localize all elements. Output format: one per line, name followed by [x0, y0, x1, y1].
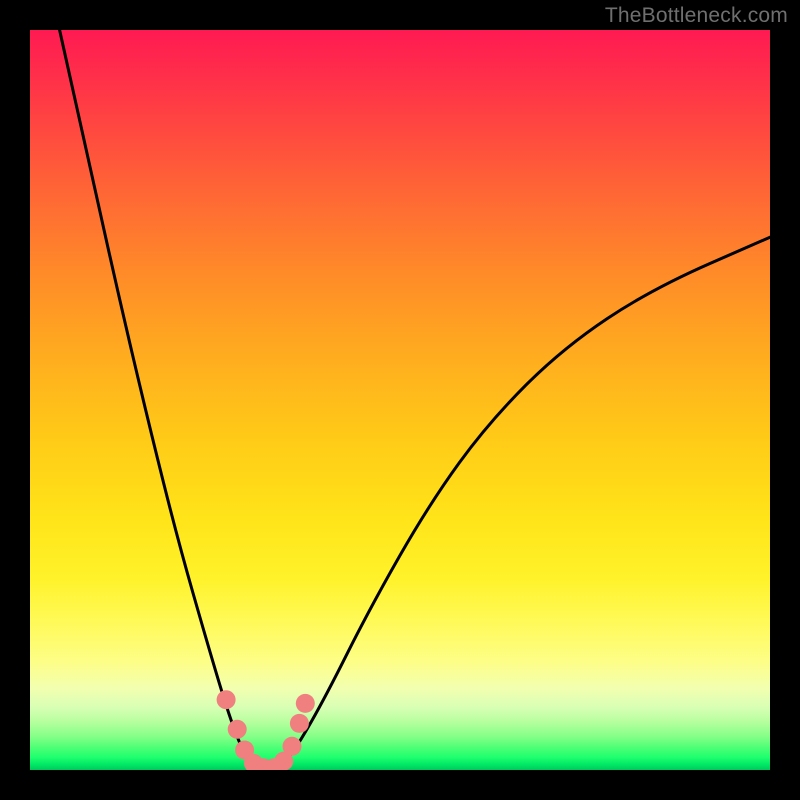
curve-layer	[30, 30, 770, 770]
optimum-markers	[217, 690, 315, 770]
optimum-marker	[296, 694, 315, 713]
chart-frame: TheBottleneck.com	[0, 0, 800, 800]
bottleneck-curve	[60, 30, 770, 770]
plot-area	[30, 30, 770, 770]
optimum-marker	[217, 690, 236, 709]
curve-left-branch	[60, 30, 267, 770]
optimum-marker	[228, 720, 247, 739]
watermark-text: TheBottleneck.com	[605, 4, 788, 28]
optimum-marker	[290, 714, 309, 733]
optimum-marker	[283, 737, 302, 756]
curve-right-branch	[267, 237, 770, 770]
